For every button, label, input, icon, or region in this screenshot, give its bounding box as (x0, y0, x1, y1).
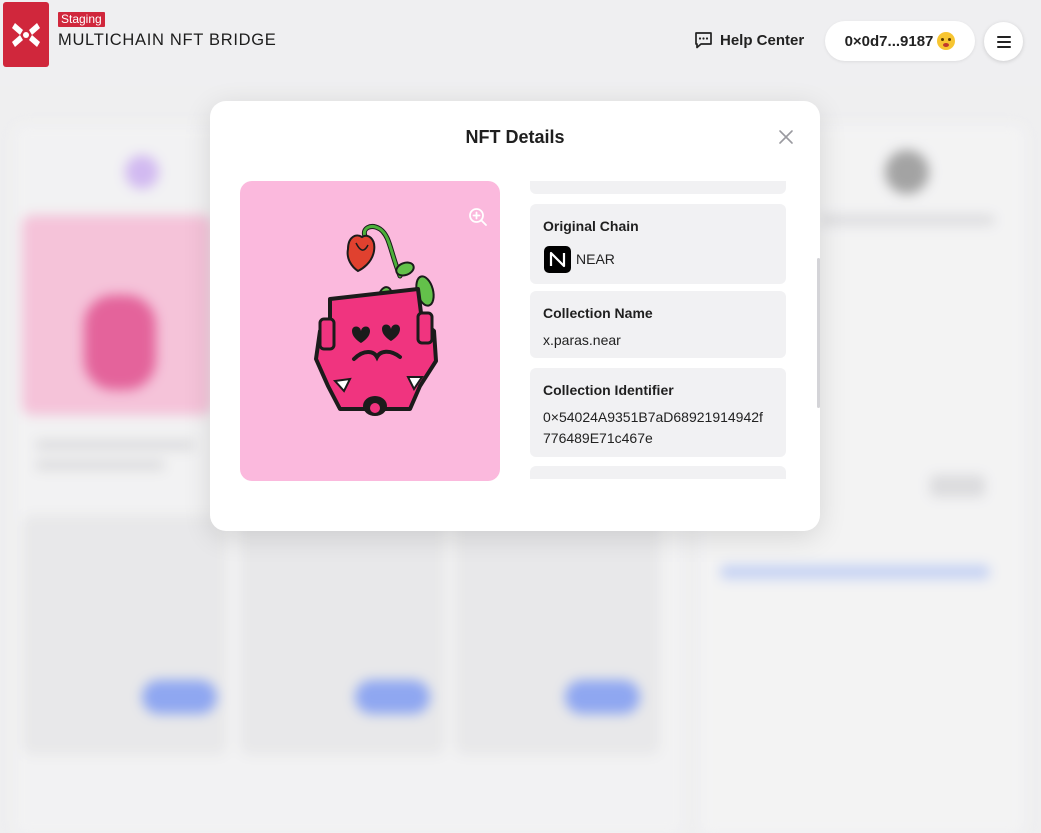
wallet-emoji-icon (937, 32, 956, 50)
detail-value: NEAR (576, 251, 615, 267)
zoom-button[interactable] (468, 207, 488, 227)
wallet-address: 0×0d7...9187 (844, 32, 934, 50)
nft-details-modal: NFT Details Original Chain NEAR Collecti… (210, 101, 820, 531)
detail-label: Original Chain (543, 218, 639, 234)
details-list[interactable]: Original Chain NEAR Collection Name x.pa… (530, 181, 786, 479)
menu-button[interactable] (984, 22, 1023, 61)
close-icon (779, 130, 793, 144)
near-logo-icon (544, 246, 571, 273)
nft-artwork (314, 224, 438, 416)
app-logo[interactable] (3, 2, 49, 67)
detail-label: Collection Identifier (543, 382, 674, 398)
modal-title: NFT Details (465, 127, 565, 147)
detail-value-line-1: 0×54024A9351B7aD68921914942f (543, 409, 763, 425)
detail-card-next (530, 466, 786, 479)
close-button[interactable] (776, 127, 796, 147)
detail-value-line-2: 776489E71c467e (543, 430, 653, 446)
wallet-button[interactable]: 0×0d7...9187 (825, 21, 975, 61)
detail-label: Collection Name (543, 305, 653, 321)
detail-card-previous (530, 181, 786, 194)
chat-icon (695, 32, 712, 49)
menu-icon (996, 35, 1011, 48)
details-scrollbar[interactable] (817, 258, 820, 408)
nft-image (240, 181, 500, 481)
staging-badge: Staging (58, 12, 105, 27)
help-center-label: Help Center (720, 31, 805, 49)
logo-x-icon (12, 23, 40, 47)
help-center-link[interactable]: Help Center (694, 31, 804, 49)
detail-card-collection-name: Collection Name x.paras.near (530, 291, 786, 358)
app-title: MULTICHAIN NFT BRIDGE (58, 31, 277, 49)
zoom-in-icon (469, 208, 487, 226)
top-header: Staging MULTICHAIN NFT BRIDGE Help Cente… (0, 0, 1041, 86)
detail-card-original-chain: Original Chain NEAR (530, 204, 786, 284)
detail-card-collection-identifier: Collection Identifier 0×54024A9351B7aD68… (530, 368, 786, 457)
detail-value: x.paras.near (543, 332, 621, 348)
